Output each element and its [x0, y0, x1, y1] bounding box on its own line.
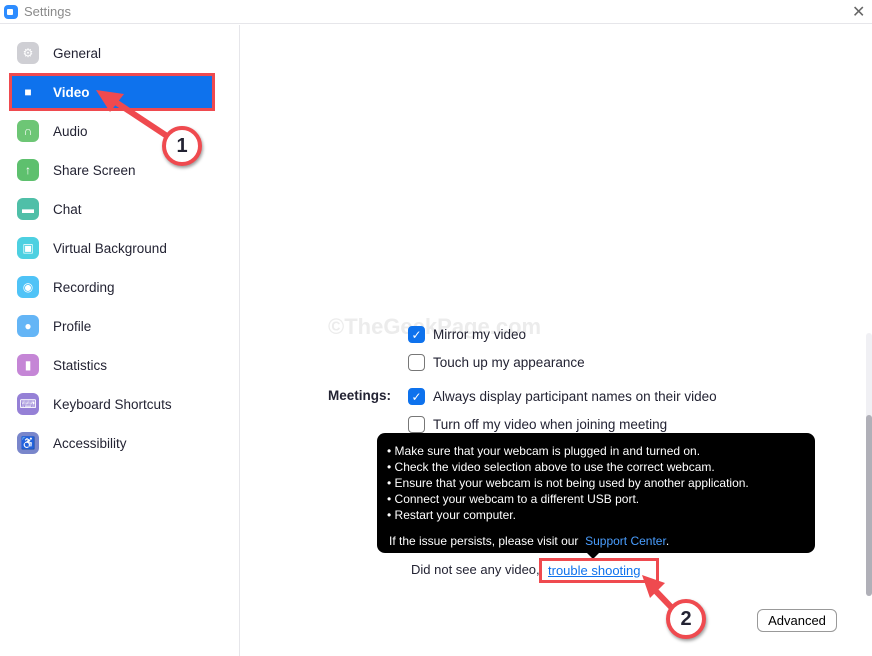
arrow-1-head — [96, 90, 124, 112]
step-1-badge: 1 — [162, 126, 202, 166]
step-2-badge: 2 — [666, 599, 706, 639]
arrow-1-shaft — [106, 94, 172, 141]
annotation-arrows — [96, 90, 675, 611]
